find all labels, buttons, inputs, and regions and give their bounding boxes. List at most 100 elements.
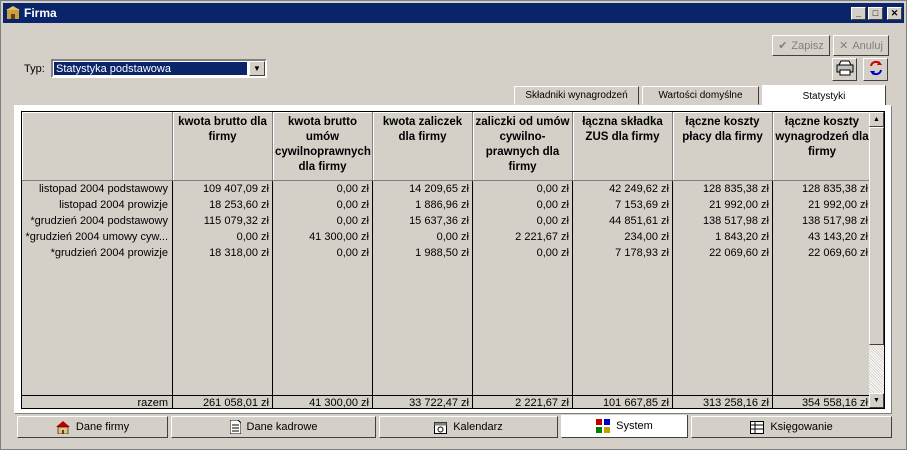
cell-gross-civil[interactable]: 0,00 zł — [273, 181, 373, 197]
refresh-button[interactable] — [863, 58, 888, 81]
tab-dane-kadrowe[interactable]: Dane kadrowe — [171, 416, 376, 438]
table-row[interactable]: listopad 2004 podstawowy 109 407,09 zł 0,0… — [22, 181, 872, 197]
column-header-gross[interactable]: kwota brutto dla firmy — [173, 112, 273, 181]
cell-salary-costs[interactable]: 138 517,98 zł — [773, 213, 872, 229]
statistics-grid[interactable]: kwota brutto dla firmy kwota brutto umów… — [21, 111, 885, 409]
tab-skladniki-wynagrodzen[interactable]: Składniki wynagrodzeń — [514, 86, 639, 105]
system-icon — [596, 419, 611, 433]
cell-gross[interactable]: 0,00 zł — [173, 229, 273, 245]
tab-ksiegowanie[interactable]: Księgowanie — [691, 416, 892, 438]
total-gross: 261 058,01 zł — [173, 396, 273, 408]
x-icon: ✕ — [839, 40, 849, 52]
scroll-thumb[interactable] — [869, 127, 884, 345]
cell-advances[interactable]: 0,00 zł — [373, 229, 473, 245]
cell-civil-advances[interactable]: 0,00 zł — [473, 197, 573, 213]
cell-salary-costs[interactable]: 43 143,20 zł — [773, 229, 872, 245]
cell-zus[interactable]: 234,00 zł — [573, 229, 673, 245]
ledger-icon — [750, 420, 765, 434]
column-header-salary-costs[interactable]: łączne koszty wynagrodzeń dla firmy — [773, 112, 872, 181]
cell-period[interactable]: *grudzień 2004 podstawowy — [22, 213, 173, 229]
cell-payroll-costs[interactable]: 21 992,00 zł — [673, 197, 773, 213]
type-label: Typ: — [24, 63, 45, 75]
totals-row: razem 261 058,01 zł 41 300,00 zł 33 722,… — [22, 395, 872, 408]
maximize-icon: □ — [872, 7, 879, 18]
cell-zus[interactable]: 42 249,62 zł — [573, 181, 673, 197]
column-header-gross-civil[interactable]: kwota brutto umów cywilnoprawnych dla fi… — [273, 112, 373, 181]
window-title: Firma — [24, 6, 57, 20]
cell-advances[interactable]: 1 886,96 zł — [373, 197, 473, 213]
title-bar[interactable]: Firma _ □ ✕ — [3, 3, 904, 23]
cell-period[interactable]: *grudzień 2004 umowy cyw... — [22, 229, 173, 245]
cell-gross[interactable]: 109 407,09 zł — [173, 181, 273, 197]
cell-payroll-costs[interactable]: 1 843,20 zł — [673, 229, 773, 245]
column-header-civil-advances[interactable]: zaliczki od umów cywilno-prawnych dla fi… — [473, 112, 573, 181]
tab-label: Statystyki — [802, 90, 846, 102]
column-header-payroll-costs[interactable]: łączne koszty płacy dla firmy — [673, 112, 773, 181]
minimize-icon: _ — [855, 7, 861, 18]
cell-salary-costs[interactable]: 21 992,00 zł — [773, 197, 872, 213]
cell-zus[interactable]: 7 153,69 zł — [573, 197, 673, 213]
cell-salary-costs[interactable]: 22 069,60 zł — [773, 245, 872, 261]
print-button[interactable] — [832, 58, 857, 81]
cell-advances[interactable]: 1 988,50 zł — [373, 245, 473, 261]
cell-gross-civil[interactable]: 41 300,00 zł — [273, 229, 373, 245]
save-button[interactable]: ✔ Zapisz — [772, 35, 830, 56]
cell-payroll-costs[interactable]: 138 517,98 zł — [673, 213, 773, 229]
vertical-scrollbar[interactable]: ▲ ▼ — [869, 112, 884, 408]
cell-payroll-costs[interactable]: 22 069,60 zł — [673, 245, 773, 261]
table-row[interactable]: *grudzień 2004 podstawowy 115 079,32 zł 0,… — [22, 213, 872, 229]
cell-civil-advances[interactable]: 2 221,67 zł — [473, 229, 573, 245]
tab-kalendarz[interactable]: Kalendarz — [379, 416, 558, 438]
cell-civil-advances[interactable]: 0,00 zł — [473, 245, 573, 261]
refresh-icon — [867, 59, 885, 80]
cell-civil-advances[interactable]: 0,00 zł — [473, 213, 573, 229]
type-select[interactable]: Statystyka podstawowa ▼ — [51, 59, 267, 78]
grid-header: kwota brutto dla firmy kwota brutto umów… — [22, 112, 872, 181]
checkmark-icon: ✔ — [778, 40, 788, 52]
column-header-zus[interactable]: łączna składka ZUS dla firmy — [573, 112, 673, 181]
cell-period[interactable]: listopad 2004 prowizje — [22, 197, 173, 213]
cell-gross[interactable]: 18 253,60 zł — [173, 197, 273, 213]
tab-statystyki[interactable]: Statystyki — [762, 85, 886, 106]
cell-gross[interactable]: 115 079,32 zł — [173, 213, 273, 229]
close-button[interactable]: ✕ — [887, 6, 902, 20]
column-header-period[interactable] — [22, 112, 173, 181]
tab-system[interactable]: System — [561, 415, 688, 438]
statistics-panel: kwota brutto dla firmy kwota brutto umów… — [14, 105, 892, 414]
cell-civil-advances[interactable]: 0,00 zł — [473, 181, 573, 197]
minimize-button[interactable]: _ — [851, 6, 866, 20]
arrow-down-icon: ▼ — [873, 397, 880, 404]
table-row[interactable]: listopad 2004 prowizje 18 253,60 zł 0,00 z… — [22, 197, 872, 213]
tab-dane-firmy[interactable]: Dane firmy — [17, 416, 168, 438]
cell-period[interactable]: *grudzień 2004 prowizje — [22, 245, 173, 261]
totals-label: razem — [22, 396, 173, 408]
cell-advances[interactable]: 14 209,65 zł — [373, 181, 473, 197]
cancel-button[interactable]: ✕ Anuluj — [833, 35, 889, 56]
table-row[interactable]: *grudzień 2004 prowizje 18 318,00 zł 0,00 … — [22, 245, 872, 261]
cell-gross-civil[interactable]: 0,00 zł — [273, 245, 373, 261]
app-icon — [6, 6, 20, 20]
cell-gross[interactable]: 18 318,00 zł — [173, 245, 273, 261]
column-header-advances[interactable]: kwota zaliczek dla firmy — [373, 112, 473, 181]
table-row[interactable]: *grudzień 2004 umowy cyw... 0,00 zł 41 300… — [22, 229, 872, 245]
tab-wartosci-domyslne[interactable]: Wartości domyślne — [642, 86, 759, 105]
cell-gross-civil[interactable]: 0,00 zł — [273, 197, 373, 213]
cell-zus[interactable]: 44 851,61 zł — [573, 213, 673, 229]
cell-period[interactable]: listopad 2004 podstawowy — [22, 181, 173, 197]
tab-label: Składniki wynagrodzeń — [525, 90, 628, 101]
scroll-track[interactable] — [869, 345, 884, 393]
scroll-up-button[interactable]: ▲ — [869, 112, 884, 127]
scroll-down-button[interactable]: ▼ — [869, 393, 884, 408]
cell-payroll-costs[interactable]: 128 835,38 zł — [673, 181, 773, 197]
cell-salary-costs[interactable]: 128 835,38 zł — [773, 181, 872, 197]
cancel-label: Anuluj — [852, 39, 883, 52]
cell-gross-civil[interactable]: 0,00 zł — [273, 213, 373, 229]
calendar-icon — [434, 421, 448, 434]
cell-advances[interactable]: 15 637,36 zł — [373, 213, 473, 229]
total-civil-advances: 2 221,67 zł — [473, 396, 573, 408]
cell-zus[interactable]: 7 178,93 zł — [573, 245, 673, 261]
maximize-button[interactable]: □ — [868, 6, 883, 20]
total-payroll-costs: 313 258,16 zł — [673, 396, 773, 408]
tab-label: Kalendarz — [453, 421, 503, 433]
dropdown-arrow-icon[interactable]: ▼ — [249, 61, 265, 76]
